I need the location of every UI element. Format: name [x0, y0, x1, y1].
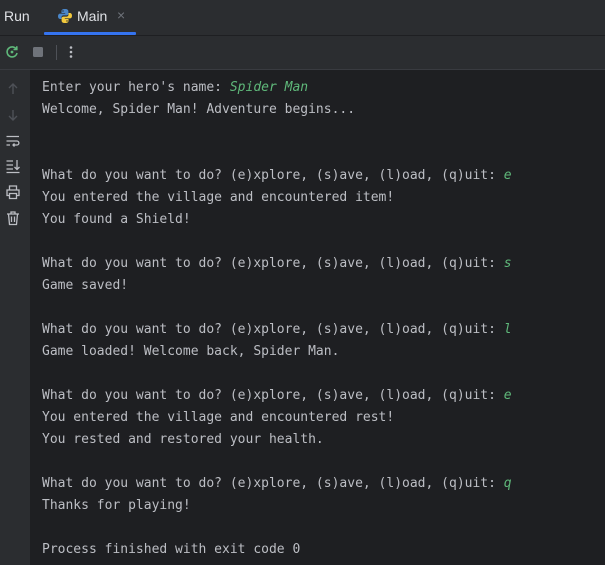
console-line: Process finished with exit code 0 — [42, 539, 512, 561]
console-line: You entered the village and encountered … — [42, 407, 512, 429]
console-line-text: What do you want to do? (e)xplore, (s)av… — [42, 322, 504, 337]
active-tab-indicator — [44, 32, 136, 35]
arrow-up-icon[interactable] — [5, 81, 21, 97]
console-user-input: e — [503, 388, 512, 403]
tab-main[interactable]: Main × — [44, 0, 136, 35]
trash-icon[interactable] — [5, 210, 21, 226]
scroll-to-end-icon[interactable] — [5, 158, 21, 174]
console-line: What do you want to do? (e)xplore, (s)av… — [42, 165, 512, 187]
soft-wrap-icon[interactable] — [5, 133, 21, 149]
close-icon[interactable]: × — [117, 7, 125, 23]
console-line-text: What do you want to do? (e)xplore, (s)av… — [42, 388, 504, 403]
console-line: Welcome, Spider Man! Adventure begins... — [42, 99, 512, 121]
console-line-text: What do you want to do? (e)xplore, (s)av… — [42, 168, 504, 183]
console-line-text: What do you want to do? (e)xplore, (s)av… — [42, 256, 504, 271]
console-line-text: You entered the village and encountered … — [42, 410, 395, 425]
console-actions-gutter — [0, 70, 30, 565]
print-icon[interactable] — [5, 184, 21, 200]
console-line: Thanks for playing! — [42, 495, 512, 517]
console-user-input: l — [503, 322, 512, 337]
console-line-text: You rested and restored your health. — [42, 432, 324, 447]
console-line: You found a Shield! — [42, 209, 512, 231]
console-line-text: Thanks for playing! — [42, 498, 191, 513]
console-line-text: Welcome, Spider Man! Adventure begins... — [42, 102, 356, 117]
console-line: Game saved! — [42, 275, 512, 297]
console-line-text: Process finished with exit code 0 — [42, 542, 301, 557]
console-user-input: e — [503, 168, 512, 183]
console-user-input: s — [503, 256, 512, 271]
console-line: Game loaded! Welcome back, Spider Man. — [42, 341, 512, 363]
toolbar-separator — [56, 45, 57, 60]
console-lines: Enter your hero's name: Spider Man Welcom… — [42, 77, 512, 561]
console-line: What do you want to do? (e)xplore, (s)av… — [42, 319, 512, 341]
console-line: You rested and restored your health. — [42, 429, 512, 451]
console-line: What do you want to do? (e)xplore, (s)av… — [42, 385, 512, 407]
console-line: What do you want to do? (e)xplore, (s)av… — [42, 253, 512, 275]
console-line-text: Game loaded! Welcome back, Spider Man. — [42, 344, 340, 359]
console-user-input: Spider Man — [229, 80, 309, 95]
more-options-icon[interactable] — [63, 44, 79, 60]
console-line-text: You entered the village and encountered … — [42, 190, 395, 205]
console-line: You entered the village and encountered … — [42, 187, 512, 209]
console-user-input: q — [503, 476, 512, 491]
console-line-text: Game saved! — [42, 278, 129, 293]
rerun-icon[interactable] — [4, 44, 20, 60]
console-line-text: Enter your hero's name: — [42, 80, 230, 95]
run-tool-window-header: Run Main × — [0, 0, 605, 36]
console-line: What do you want to do? (e)xplore, (s)av… — [42, 473, 512, 495]
arrow-down-icon[interactable] — [5, 107, 21, 123]
console-line-text: What do you want to do? (e)xplore, (s)av… — [42, 476, 504, 491]
run-tool-window-title: Run — [4, 8, 30, 24]
tab-main-label: Main — [77, 8, 108, 24]
console-line: Enter your hero's name: Spider Man — [42, 77, 512, 99]
console-line-text: You found a Shield! — [42, 212, 191, 227]
run-toolbar — [0, 36, 605, 70]
console-output[interactable]: Enter your hero's name: Spider Man Welcom… — [30, 70, 605, 565]
stop-icon[interactable] — [30, 44, 46, 60]
python-icon — [58, 9, 72, 23]
